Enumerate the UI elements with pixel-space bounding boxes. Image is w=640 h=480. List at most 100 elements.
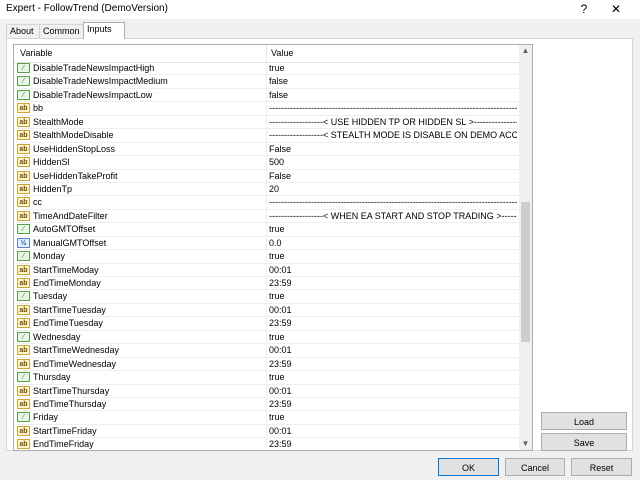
string-icon: ab	[17, 398, 30, 409]
variable-name: HiddenSl	[33, 157, 70, 168]
tab-common[interactable]: Common	[39, 24, 87, 38]
vertical-scrollbar[interactable]: ▲ ▼	[519, 45, 532, 450]
scroll-up-icon[interactable]: ▲	[519, 45, 532, 57]
table-row[interactable]: ab HiddenTp 20	[14, 182, 519, 197]
table-row[interactable]: ⁄ DisableTradeNewsImpactHigh true	[14, 62, 519, 76]
string-icon: ab	[17, 130, 30, 141]
variable-value[interactable]: 23:59	[269, 439, 517, 449]
save-button[interactable]: Save	[541, 433, 627, 451]
variable-value[interactable]: true	[269, 332, 517, 342]
variable-value[interactable]: true	[269, 291, 517, 301]
reset-button[interactable]: Reset	[571, 458, 632, 476]
table-row[interactable]: ab EndTimeFriday 23:59	[14, 438, 519, 450]
variable-value[interactable]: ----------------------------------------…	[269, 197, 517, 207]
column-header-variable[interactable]: Variable	[20, 48, 52, 58]
ok-button[interactable]: OK	[438, 458, 499, 476]
table-row[interactable]: ½ ManualGMTOffset 0.0	[14, 236, 519, 251]
variable-value[interactable]: 23:59	[269, 278, 517, 288]
variable-value[interactable]: 00:01	[269, 426, 517, 436]
variable-value[interactable]: False	[269, 144, 517, 154]
variable-name: ManualGMTOffset	[33, 237, 107, 248]
table-row[interactable]: ab StealthModeDisable ------------------< …	[14, 129, 519, 143]
table-row[interactable]: ab EndTimeWednesday 23:59	[14, 357, 519, 372]
table-row[interactable]: ab StartTimeFriday 00:01	[14, 424, 519, 439]
scroll-down-icon[interactable]: ▼	[519, 438, 532, 450]
variable-name: StartTimeTuesday	[33, 304, 106, 315]
table-row[interactable]: ab StartTimeWednesday 00:01	[14, 344, 519, 358]
variable-value[interactable]: ------------------< WHEN EA START AND ST…	[269, 211, 517, 221]
string-icon: ab	[17, 183, 30, 194]
table-row[interactable]: ⁄ Tuesday true	[14, 290, 519, 304]
variable-value[interactable]: 20	[269, 184, 517, 194]
table-row[interactable]: ab EndTimeTuesday 23:59	[14, 317, 519, 331]
variable-value[interactable]: False	[269, 171, 517, 181]
variable-name: EndTimeMonday	[33, 278, 101, 288]
tab-inputs[interactable]: Inputs	[83, 22, 125, 39]
variable-value[interactable]: false	[269, 76, 517, 86]
table-row[interactable]: ab HiddenSl 500	[14, 156, 519, 170]
table-row[interactable]: ab bb ------------------------------------…	[14, 102, 519, 116]
table-row[interactable]: ⁄ Friday true	[14, 411, 519, 425]
scroll-thumb[interactable]	[521, 202, 530, 342]
variable-value[interactable]: 0.0	[269, 238, 517, 248]
variable-name: StartTimeWednesday	[33, 345, 120, 356]
variable-value[interactable]: 23:59	[269, 399, 517, 409]
variable-value[interactable]: ------------------< STEALTH MODE IS DISA…	[269, 130, 517, 140]
table-row[interactable]: ab EndTimeThursday 23:59	[14, 397, 519, 412]
bool-icon: ⁄	[17, 76, 30, 87]
table-row[interactable]: ⁄ DisableTradeNewsImpactMedium false	[14, 75, 519, 89]
variable-value[interactable]: true	[269, 251, 517, 261]
variable-name: UseHiddenTakeProfit	[33, 170, 118, 181]
table-row[interactable]: ab TimeAndDateFilter ------------------< W…	[14, 209, 519, 224]
variable-name: EndTimeThursday	[33, 398, 107, 409]
tab-about[interactable]: About	[6, 24, 41, 38]
variable-value[interactable]: true	[269, 372, 517, 382]
variable-value[interactable]: true	[269, 224, 517, 234]
variable-name: StealthModeDisable	[33, 130, 114, 141]
cancel-button[interactable]: Cancel	[505, 458, 565, 476]
variable-name: Monday	[33, 251, 66, 262]
table-row[interactable]: ⁄ Wednesday true	[14, 330, 519, 345]
column-header-value[interactable]: Value	[271, 48, 293, 58]
string-icon: ab	[17, 103, 30, 114]
variable-value[interactable]: ----------------------------------------…	[269, 103, 517, 113]
variable-value[interactable]: false	[269, 90, 517, 100]
variable-value[interactable]: 00:01	[269, 305, 517, 315]
variable-value[interactable]: ------------------< USE HIDDEN TP OR HID…	[269, 117, 517, 127]
load-button[interactable]: Load	[541, 412, 627, 430]
table-row[interactable]: ab cc ------------------------------------…	[14, 196, 519, 210]
table-row[interactable]: ab StartTimeThursday 00:01	[14, 384, 519, 398]
string-icon: ab	[17, 143, 30, 154]
variable-value[interactable]: 00:01	[269, 386, 517, 396]
table-row[interactable]: ab StartTimeTuesday 00:01	[14, 303, 519, 318]
variable-value[interactable]: 00:01	[269, 345, 517, 355]
bool-icon: ⁄	[17, 224, 30, 235]
table-row[interactable]: ⁄ Thursday true	[14, 371, 519, 385]
table-row[interactable]: ab StealthMode ------------------< USE HID…	[14, 115, 519, 130]
variable-value[interactable]: 23:59	[269, 359, 517, 369]
table-row[interactable]: ⁄ Monday true	[14, 250, 519, 264]
string-icon: ab	[17, 170, 30, 181]
variable-value[interactable]: true	[269, 63, 517, 73]
table-row[interactable]: ⁄ DisableTradeNewsImpactLow false	[14, 88, 519, 103]
variable-value[interactable]: 00:01	[269, 265, 517, 275]
variable-name: AutoGMTOffset	[33, 224, 96, 235]
table-body: ⁄ DisableTradeNewsImpactHigh true ⁄ DisableT…	[14, 62, 519, 450]
table-row[interactable]: ab EndTimeMonday 23:59	[14, 277, 519, 291]
variable-name: EndTimeFriday	[33, 439, 94, 450]
variable-name: DisableTradeNewsImpactHigh	[33, 63, 155, 73]
close-icon[interactable]: ✕	[606, 1, 626, 17]
bool-icon: ⁄	[17, 63, 30, 73]
bool-icon: ⁄	[17, 291, 30, 302]
string-icon: ab	[17, 157, 30, 168]
table-row[interactable]: ⁄ AutoGMTOffset true	[14, 223, 519, 237]
help-icon[interactable]: ?	[574, 1, 594, 17]
variable-name: bb	[33, 103, 44, 114]
table-row[interactable]: ab UseHiddenStopLoss False	[14, 142, 519, 157]
variable-value[interactable]: 500	[269, 157, 517, 167]
variable-name: UseHiddenStopLoss	[33, 143, 116, 154]
variable-value[interactable]: true	[269, 412, 517, 422]
variable-value[interactable]: 23:59	[269, 318, 517, 328]
table-row[interactable]: ab UseHiddenTakeProfit False	[14, 169, 519, 183]
table-row[interactable]: ab StartTimeModay 00:01	[14, 263, 519, 277]
